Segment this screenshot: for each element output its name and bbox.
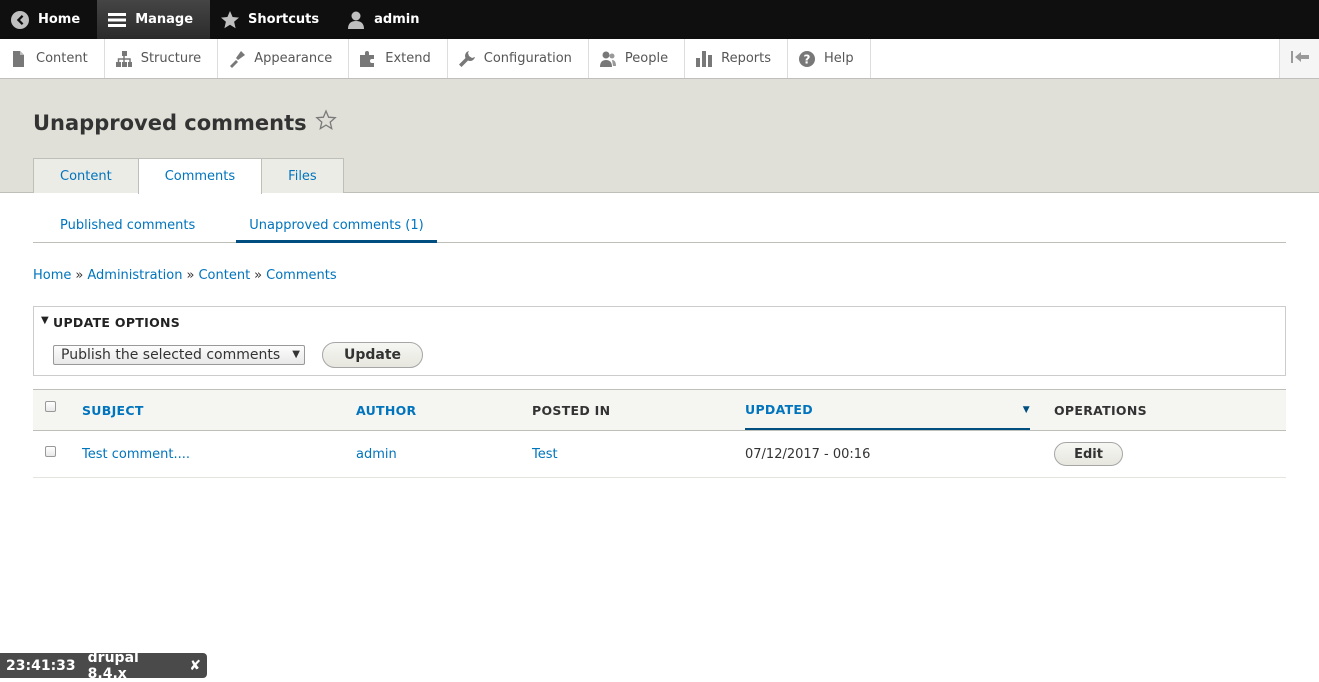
operation-select[interactable]: Publish the selected comments ▼	[53, 345, 305, 365]
hamburger-icon	[107, 10, 127, 30]
operation-select-value: Publish the selected comments	[61, 347, 281, 363]
edit-button[interactable]: Edit	[1054, 442, 1123, 466]
row-select-cell	[45, 431, 56, 477]
subtab-published-comments[interactable]: Published comments	[33, 212, 222, 242]
tray-item-label: Help	[824, 51, 854, 66]
badge-time: 23:41:33	[6, 657, 76, 674]
tray-item-label: Content	[36, 51, 88, 66]
breadcrumb-content[interactable]: Content	[198, 268, 250, 283]
page-header: Unapproved comments Content Comments Fil…	[0, 79, 1319, 194]
subtab-unapproved-comments[interactable]: Unapproved comments (1)	[236, 212, 437, 243]
badge-label: drupal 8.4.x	[87, 649, 139, 682]
toolbar-shortcuts[interactable]: Shortcuts	[210, 0, 336, 39]
people-icon	[599, 50, 617, 68]
tray-item-reports[interactable]: Reports	[685, 39, 788, 78]
environment-badge: 23:41:33 drupal 8.4.x ✘	[0, 650, 207, 682]
tray-item-content[interactable]: Content	[0, 39, 105, 78]
tray-item-people[interactable]: People	[589, 39, 686, 78]
tray-item-structure[interactable]: Structure	[105, 39, 219, 78]
back-arrow-icon	[10, 10, 30, 30]
bar-chart-icon	[695, 50, 713, 68]
toolbar-home[interactable]: Home	[0, 0, 97, 39]
sort-subject-link[interactable]: SUBJECT	[82, 403, 144, 418]
toolbar-shortcuts-label: Shortcuts	[248, 12, 320, 27]
tray-item-extend[interactable]: Extend	[349, 39, 448, 78]
breadcrumb-separator: »	[186, 268, 195, 283]
admin-toolbar: Home Manage Shortcuts admin	[0, 0, 1319, 39]
update-options-legend[interactable]: ▼ UPDATE OPTIONS	[41, 315, 180, 330]
tray-orientation-toggle[interactable]	[1279, 39, 1319, 78]
update-options-fieldset: ▼ UPDATE OPTIONS Publish the selected co…	[33, 306, 1286, 376]
collapse-left-icon	[1290, 49, 1310, 68]
tab-comments[interactable]: Comments	[137, 158, 263, 194]
toolbar-manage[interactable]: Manage	[97, 0, 211, 39]
file-icon	[10, 50, 28, 68]
header-operations: OPERATIONS	[1054, 402, 1147, 418]
sort-author-link[interactable]: AUTHOR	[356, 403, 416, 418]
toolbar-user-label: admin	[374, 12, 420, 27]
admin-tray: Content Structure Appearance Extend Conf…	[0, 39, 1319, 79]
tab-content[interactable]: Content	[33, 158, 139, 193]
breadcrumb-comments[interactable]: Comments	[266, 268, 336, 283]
tray-item-label: Configuration	[483, 51, 572, 66]
table-header: SUBJECT AUTHOR POSTED IN UPDATED ▼ OPERA…	[33, 389, 1286, 431]
dropdown-arrow-icon: ▼	[292, 349, 300, 360]
comment-author-link[interactable]: admin	[356, 447, 397, 462]
header-posted-in: POSTED IN	[532, 402, 611, 418]
breadcrumb-home[interactable]: Home	[33, 268, 71, 283]
triangle-down-icon: ▼	[41, 315, 49, 326]
row-author-cell: admin	[356, 431, 397, 477]
help-icon: ?	[798, 50, 816, 68]
toolbar-home-label: Home	[38, 12, 81, 27]
breadcrumb: Home» Administration» Content» Comments	[33, 268, 337, 283]
secondary-tabs: Published comments Unapproved comments (…	[33, 212, 1286, 243]
select-all-checkbox[interactable]	[45, 401, 56, 412]
breadcrumb-separator: »	[75, 268, 84, 283]
comment-updated-date: 07/12/2017 - 00:16	[745, 446, 871, 462]
page-title: Unapproved comments	[33, 110, 307, 135]
star-icon	[220, 10, 240, 30]
sort-desc-icon: ▼	[1022, 405, 1030, 415]
tray-item-label: Extend	[385, 51, 431, 66]
tray-item-label: Appearance	[254, 51, 333, 66]
row-posted-in-cell: Test	[532, 431, 558, 477]
row-subject-cell: Test comment....	[82, 431, 190, 477]
tray-item-help[interactable]: ? Help	[788, 39, 871, 78]
sitemap-icon	[115, 50, 133, 68]
brush-icon	[228, 50, 246, 68]
update-button[interactable]: Update	[322, 342, 423, 368]
tab-files[interactable]: Files	[261, 158, 344, 193]
header-author: AUTHOR	[356, 390, 416, 430]
breadcrumb-administration[interactable]: Administration	[87, 268, 182, 283]
tray-item-configuration[interactable]: Configuration	[448, 39, 589, 78]
header-updated: UPDATED ▼	[745, 390, 1030, 430]
puzzle-icon	[359, 50, 377, 68]
update-options-title: UPDATE OPTIONS	[53, 315, 181, 330]
toolbar-manage-label: Manage	[135, 12, 194, 27]
table-row: Test comment.... admin Test 07/12/2017 -…	[33, 431, 1286, 478]
comment-posted-in-link[interactable]: Test	[532, 447, 558, 462]
svg-text:?: ?	[804, 52, 811, 66]
wrench-icon	[458, 50, 476, 68]
breadcrumb-separator: »	[254, 268, 263, 283]
row-operations-cell: Edit	[1054, 431, 1123, 477]
tray-item-appearance[interactable]: Appearance	[218, 39, 350, 78]
close-icon[interactable]: ✘	[189, 658, 201, 674]
tray-item-label: Reports	[721, 51, 771, 66]
user-icon	[346, 10, 366, 30]
select-all-cell	[45, 390, 56, 430]
sort-updated-link[interactable]: UPDATED	[745, 402, 813, 417]
primary-tabs: Content Comments Files	[33, 158, 344, 194]
tray-item-label: People	[624, 51, 669, 66]
shortcut-star-icon[interactable]	[314, 109, 337, 136]
row-checkbox[interactable]	[45, 446, 56, 457]
toolbar-user[interactable]: admin	[336, 0, 436, 39]
page-title-wrap: Unapproved comments	[33, 109, 337, 136]
tray-item-label: Structure	[140, 51, 202, 66]
comment-subject-link[interactable]: Test comment....	[82, 447, 190, 462]
header-subject: SUBJECT	[82, 390, 144, 430]
comments-table: SUBJECT AUTHOR POSTED IN UPDATED ▼ OPERA…	[33, 389, 1286, 478]
